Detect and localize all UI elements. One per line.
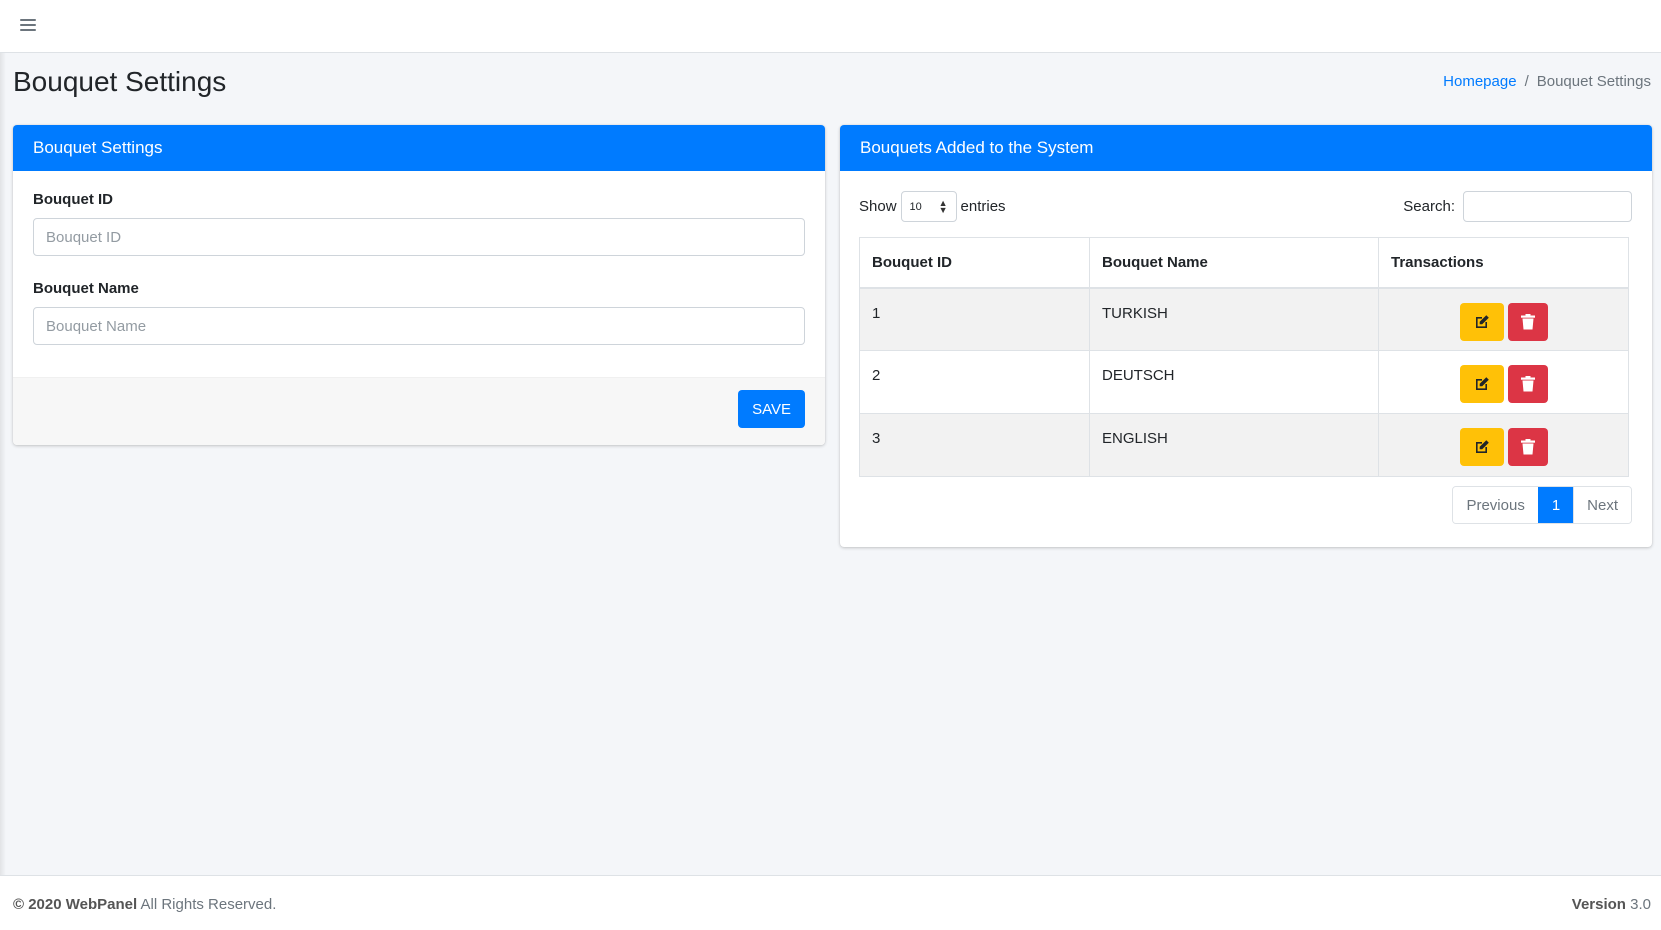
trash-icon xyxy=(1520,376,1535,392)
footer-version: Version 3.0 xyxy=(1572,896,1651,913)
table-row: 1 TURKISH xyxy=(859,287,1629,351)
cell-bouquet-id: 1 xyxy=(859,287,1090,351)
column-header-bouquet-id[interactable]: Bouquet ID xyxy=(859,237,1090,289)
breadcrumb: Homepage / Bouquet Settings xyxy=(1443,73,1651,90)
page-title: Bouquet Settings xyxy=(13,66,227,97)
edit-button[interactable] xyxy=(1459,428,1504,466)
breadcrumb-separator: / xyxy=(1524,73,1529,90)
cell-bouquet-name: TURKISH xyxy=(1089,287,1379,351)
footer-copyright-brand: © 2020 WebPanel xyxy=(13,896,138,913)
bouquets-table: Bouquet ID Bouquet Name Transactions 1 T… xyxy=(859,237,1629,477)
top-navbar xyxy=(0,0,1661,53)
entries-length-control: Show 10 ▲ ▼ entries xyxy=(859,191,1006,222)
footer-version-value: 3.0 xyxy=(1630,896,1651,913)
cell-transactions xyxy=(1378,287,1629,351)
edit-icon xyxy=(1475,314,1489,328)
delete-button[interactable] xyxy=(1507,365,1548,403)
page-footer: © 2020 WebPanel All Rights Reserved. Ver… xyxy=(0,875,1661,930)
search-input[interactable] xyxy=(1463,191,1632,222)
entries-select-value: 10 xyxy=(909,200,922,213)
trash-icon xyxy=(1520,313,1535,329)
bouquet-name-label: Bouquet Name xyxy=(33,280,139,297)
trash-icon xyxy=(1520,439,1535,455)
cell-bouquet-name: ENGLISH xyxy=(1089,413,1379,477)
pagination-page-1[interactable]: 1 xyxy=(1537,487,1574,523)
column-header-bouquet-name[interactable]: Bouquet Name xyxy=(1089,237,1379,289)
form-card-footer: SAVE xyxy=(13,377,825,445)
edit-button[interactable] xyxy=(1459,365,1504,403)
delete-button[interactable] xyxy=(1507,302,1548,341)
entries-select[interactable]: 10 ▲ ▼ xyxy=(900,191,957,222)
show-label: Show xyxy=(859,198,897,215)
hamburger-menu-icon[interactable] xyxy=(17,14,39,36)
bouquet-form-card: Bouquet Settings Bouquet ID Bouquet Name… xyxy=(13,125,825,445)
edit-icon xyxy=(1475,377,1489,390)
entries-label: entries xyxy=(960,198,1006,215)
delete-button[interactable] xyxy=(1507,428,1548,466)
footer-copyright: © 2020 WebPanel All Rights Reserved. xyxy=(13,896,276,913)
form-card-header: Bouquet Settings xyxy=(13,125,825,171)
breadcrumb-home-link[interactable]: Homepage xyxy=(1443,73,1516,90)
table-row: 2 DEUTSCH xyxy=(859,350,1629,414)
edit-icon xyxy=(1475,440,1489,453)
footer-version-label: Version xyxy=(1571,896,1626,913)
table-header-row: Bouquet ID Bouquet Name Transactions xyxy=(859,237,1629,289)
cell-bouquet-id: 2 xyxy=(859,350,1090,414)
bouquet-list-card: Bouquets Added to the System Show 10 ▲ ▼ … xyxy=(840,125,1652,547)
sidebar-edge xyxy=(0,53,6,875)
bouquet-id-input[interactable] xyxy=(33,218,805,256)
sort-arrows-icon: ▲ ▼ xyxy=(938,197,948,215)
pagination: Previous 1 Next xyxy=(1452,486,1632,524)
list-card-header: Bouquets Added to the System xyxy=(840,125,1652,171)
search-label: Search: xyxy=(1403,198,1455,215)
cell-bouquet-id: 3 xyxy=(859,413,1090,477)
table-row: 3 ENGLISH xyxy=(859,413,1629,477)
pagination-previous[interactable]: Previous xyxy=(1453,487,1538,523)
bouquet-id-label: Bouquet ID xyxy=(33,191,113,208)
cell-bouquet-name: DEUTSCH xyxy=(1089,350,1379,414)
breadcrumb-current: Bouquet Settings xyxy=(1536,73,1651,90)
form-body: Bouquet ID Bouquet Name xyxy=(13,171,825,377)
table-search: Search: xyxy=(1403,191,1632,222)
bouquet-name-input[interactable] xyxy=(33,307,805,345)
edit-button[interactable] xyxy=(1459,302,1504,341)
table-controls: Show 10 ▲ ▼ entries Search: xyxy=(840,171,1652,235)
cell-transactions xyxy=(1378,413,1629,477)
footer-rights: All Rights Reserved. xyxy=(140,896,277,913)
save-button[interactable]: SAVE xyxy=(738,390,805,428)
cell-transactions xyxy=(1378,350,1629,414)
column-header-transactions: Transactions xyxy=(1378,237,1629,289)
pagination-next[interactable]: Next xyxy=(1573,487,1631,523)
